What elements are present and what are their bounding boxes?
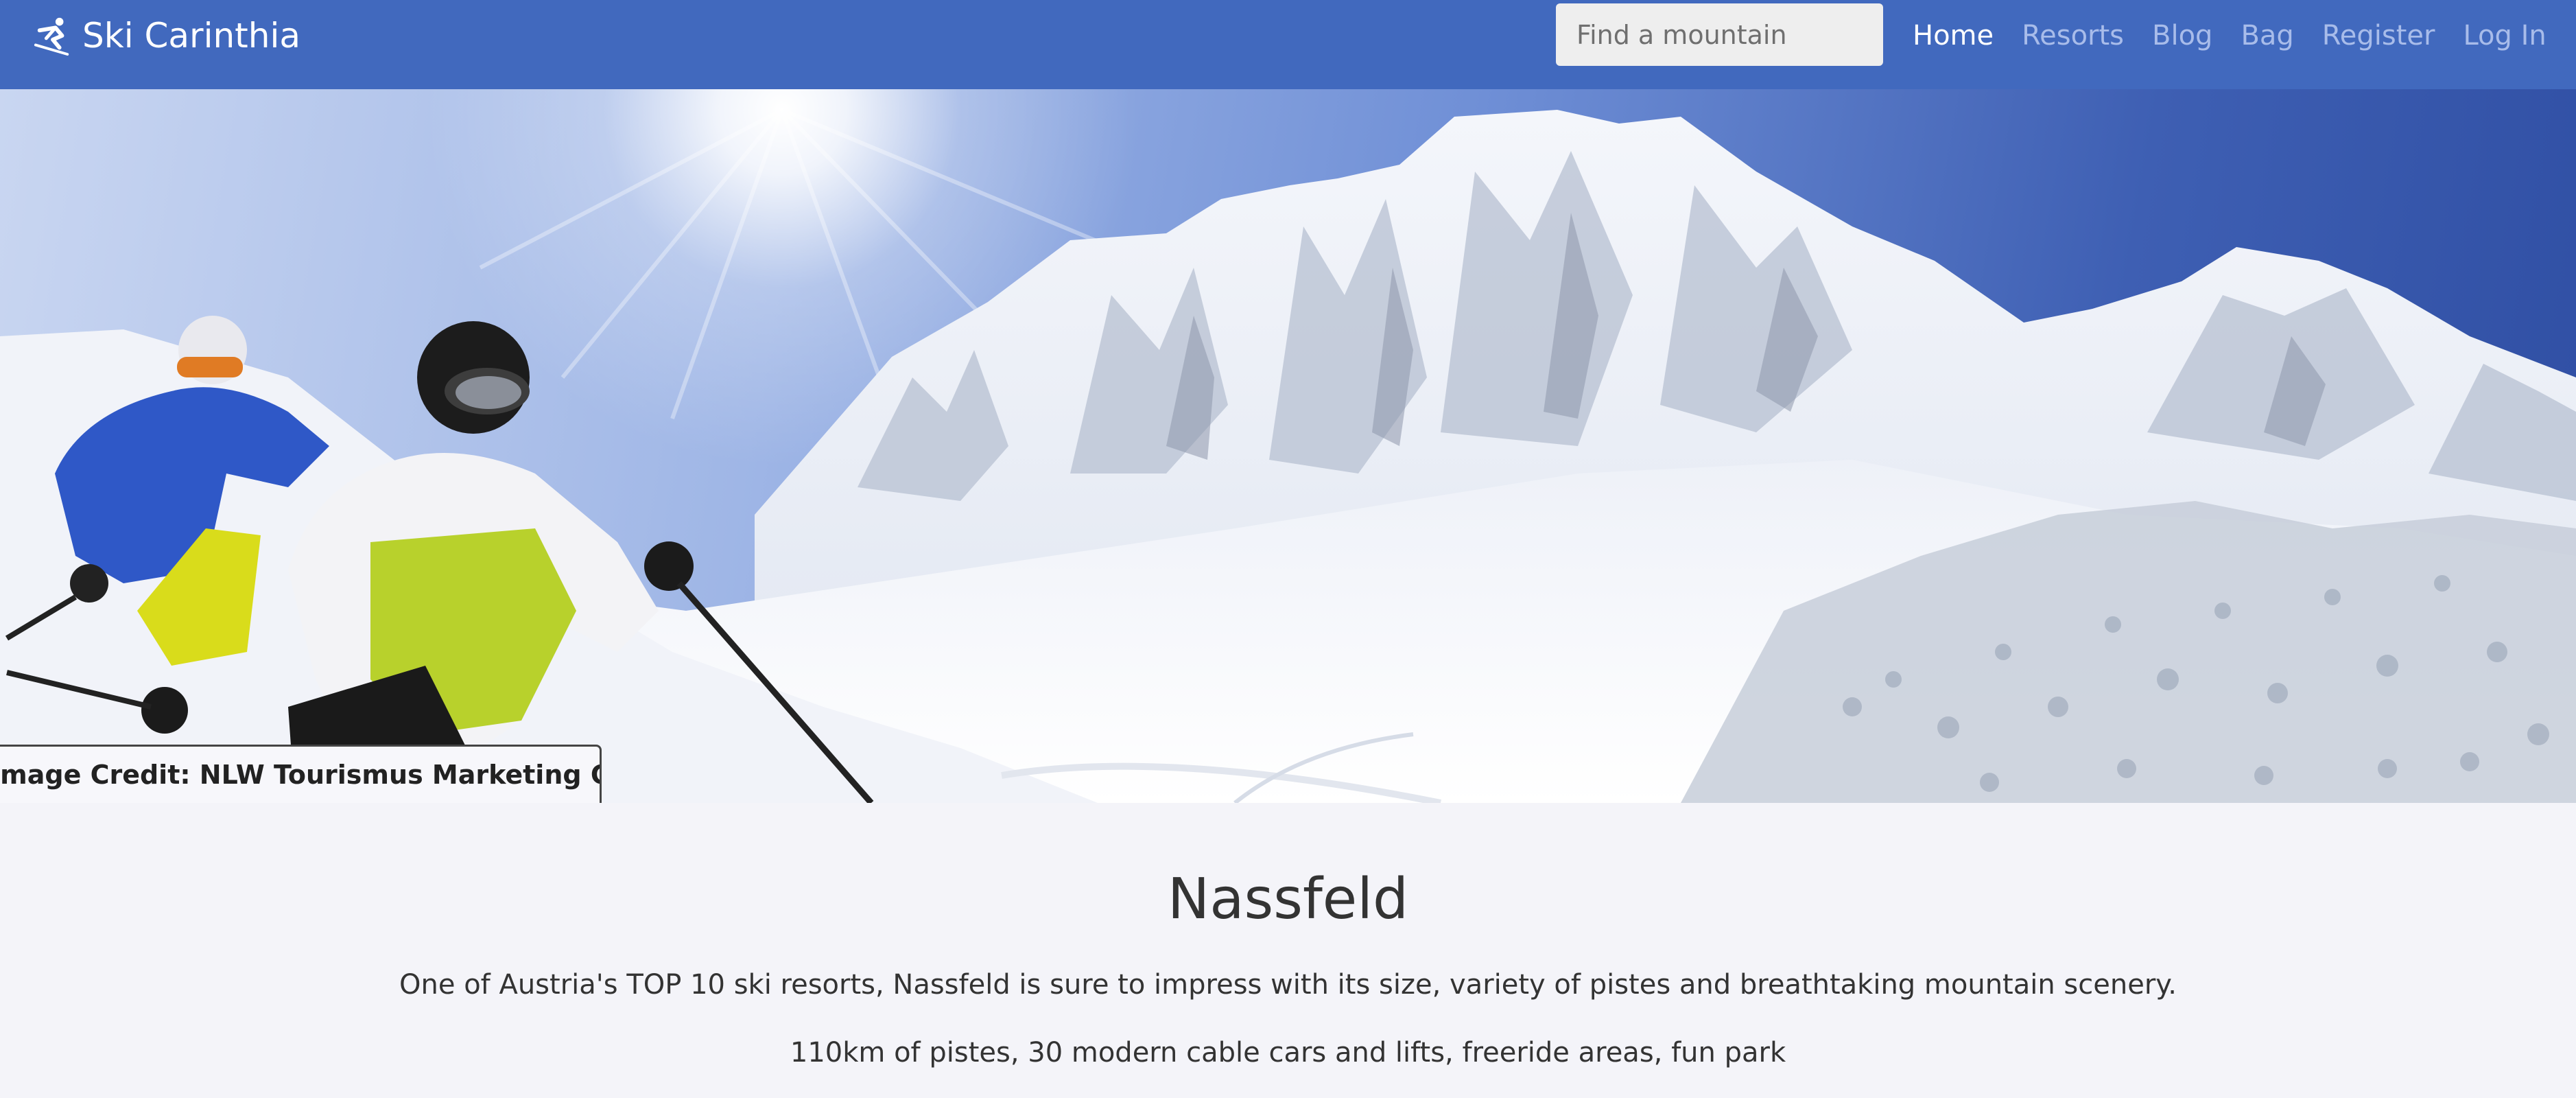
navbar: Ski Carinthia Home Resorts Blog Bag Regi… xyxy=(0,0,2576,89)
search-input[interactable] xyxy=(1556,3,1883,66)
skier-icon xyxy=(34,17,69,56)
brand-link[interactable]: Ski Carinthia xyxy=(33,0,300,71)
brand-name: Ski Carinthia xyxy=(82,16,300,56)
nav-link-blog[interactable]: Blog xyxy=(2152,22,2212,49)
image-credit: Image Credit: NLW Tourismus Marketing Gm… xyxy=(0,745,602,803)
resort-content: Nassfeld One of Austria's TOP 10 ski res… xyxy=(0,803,2576,1098)
nav-links: Home Resorts Blog Bag Register Log In xyxy=(1913,0,2575,71)
nav-link-bag[interactable]: Bag xyxy=(2241,22,2293,49)
hero-banner: Image Credit: NLW Tourismus Marketing Gm… xyxy=(0,89,2576,803)
image-credit-text: Image Credit: NLW Tourismus Marketing Gm… xyxy=(0,760,600,790)
nav-link-home[interactable]: Home xyxy=(1913,22,1994,49)
nav-link-login[interactable]: Log In xyxy=(2463,22,2546,49)
resort-features: 110km of pistes, 30 modern cable cars an… xyxy=(790,1037,1786,1068)
hero-image xyxy=(0,89,2576,803)
resort-description: One of Austria's TOP 10 ski resorts, Nas… xyxy=(399,969,2177,1001)
nav-link-resorts[interactable]: Resorts xyxy=(2022,22,2124,49)
nav-link-register[interactable]: Register xyxy=(2322,22,2435,49)
resort-title: Nassfeld xyxy=(1167,867,1409,932)
